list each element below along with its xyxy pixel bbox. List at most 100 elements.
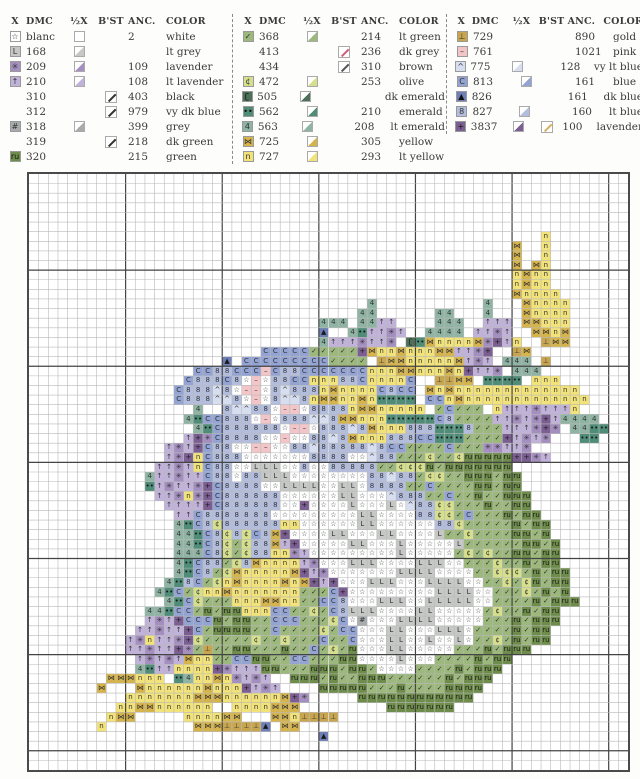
full-stitch-swatch-cell: n <box>237 151 259 162</box>
stitch-cell-827: 8 <box>212 375 223 386</box>
stitch-cell-368: ✓ <box>231 539 242 549</box>
stitch-cell-209: ✳ <box>193 481 203 492</box>
stitch-cell-827: 8 <box>338 423 348 434</box>
stitch-cell-827: 8 <box>463 423 474 434</box>
stitch-cell-368: ✓ <box>541 577 551 588</box>
stitch-cell-168: L <box>376 529 387 540</box>
half-stitch-swatch-icon <box>306 76 318 87</box>
stitch-cell-blanc: ☆ <box>386 548 397 559</box>
stitch-cell-563: 4 <box>173 558 184 569</box>
stitch-cell-blanc: ☆ <box>463 625 474 636</box>
stitch-cell-368: ✓ <box>386 462 397 472</box>
stitch-cell-725: ⋈ <box>560 327 571 338</box>
stitch-cell-727: n <box>521 289 532 299</box>
stitch-cell-blanc: ☆ <box>347 587 358 597</box>
stitch-cell-727: n <box>280 548 290 559</box>
stitch-cell-368: ✓ <box>299 596 310 607</box>
stitch-cell-368: ✓ <box>521 596 532 607</box>
stitch-cell-320: ru <box>444 683 455 694</box>
stitch-cell-827: 8 <box>222 414 232 424</box>
stitch-cell-3837: + <box>309 577 319 588</box>
stitch-cell-827: 8 <box>328 462 339 472</box>
anchor-number: 236 <box>361 45 382 58</box>
full-stitch-swatch-cell: 8 <box>451 106 472 117</box>
stitch-cell-827: 8 <box>202 568 213 578</box>
dmc-number: 368 <box>259 30 280 43</box>
stitch-cell-827: 8 <box>202 520 213 530</box>
anchor-number: 214 <box>361 30 382 43</box>
stitch-cell-827: 8 <box>202 385 213 396</box>
stitch-cell-blanc: ☆ <box>463 577 474 588</box>
stitch-cell-blanc: ☆ <box>309 539 319 549</box>
symbol-swatch-icon: ☆ <box>9 31 21 42</box>
stitch-cell-727: n <box>444 337 455 348</box>
dmc-number: 813 <box>473 75 494 88</box>
stitch-cell-813: C <box>212 481 223 492</box>
stitch-cell-blanc: ☆ <box>376 558 387 569</box>
stitch-cell-209: ✳ <box>550 423 561 434</box>
stitch-cell-320: ru <box>512 625 522 636</box>
stitch-cell-368: ✓ <box>492 472 503 482</box>
stitch-cell-168: L <box>280 481 290 492</box>
stitch-cell-368: ✓ <box>512 587 522 597</box>
stitch-cell-blanc: ☆ <box>231 385 242 396</box>
stitch-cell-320: ru <box>541 635 551 646</box>
stitch-cell-727: n <box>560 308 571 319</box>
stitch-cell-168: L <box>376 596 387 607</box>
stitch-cell-blanc: ☆ <box>318 481 329 492</box>
stitch-cell-320: ru <box>338 654 348 665</box>
stitch-cell-320: ru <box>521 558 532 569</box>
stitch-cell-210: ↑ <box>309 568 319 578</box>
stitch-cell-813: C <box>202 529 213 540</box>
stitch-cell-727: n <box>492 395 503 405</box>
stitch-cell-210: ↑ <box>512 423 522 434</box>
stitch-cell-827: 8 <box>222 385 232 396</box>
stitch-cell-368: ✓ <box>473 548 484 559</box>
stitch-cell-368: ✓ <box>280 664 290 674</box>
stitch-cell-725: ⋈ <box>367 404 377 415</box>
stitch-cell-827: 8 <box>376 481 387 492</box>
stitch-cell-320: ru <box>463 472 474 482</box>
stitch-cell-blanc: ☆ <box>396 664 406 674</box>
stitch-cell-368: ✓ <box>415 683 426 694</box>
stitch-cell-320: ru <box>270 664 281 674</box>
stitch-cell-368: ✓ <box>338 635 348 646</box>
stitch-cell-168: L <box>309 481 319 492</box>
stitch-cell-210: ↑ <box>164 635 174 646</box>
stitch-cell-368: ✓ <box>309 635 319 646</box>
stitch-cell-blanc: ☆ <box>309 491 319 501</box>
stitch-cell-563: 4 <box>357 318 368 328</box>
stitch-cell-209: ✳ <box>357 337 368 348</box>
stitch-cell-727: n <box>270 693 281 703</box>
stitch-cell-563: 4 <box>154 606 165 617</box>
stitch-cell-blanc: ☆ <box>347 529 358 540</box>
stitch-cell-727: n <box>280 520 290 530</box>
stitch-cell-725: ⋈ <box>473 337 484 348</box>
stitch-cell-472: ¢ <box>193 587 203 597</box>
stitch-cell-563: 4 <box>521 366 532 376</box>
stitch-cell-813: C <box>193 568 203 578</box>
full-stitch-swatch-cell: # <box>4 121 26 132</box>
stitch-cell-blanc: ☆ <box>289 510 300 521</box>
stitch-cell-168: L <box>415 606 426 617</box>
stitch-cell-blanc: ☆ <box>309 529 319 540</box>
stitch-cell-827: 8 <box>241 481 252 492</box>
stitch-cell-blanc: ☆ <box>376 568 387 578</box>
stitch-cell-827: 8 <box>231 433 242 444</box>
half-stitch-swatch-icon <box>306 136 318 147</box>
stitch-cell-368: ✓ <box>483 529 493 540</box>
stitch-cell-761: – <box>251 375 261 386</box>
stitch-cell-472: ¢ <box>434 500 445 511</box>
stitch-cell-320: ru <box>241 645 252 655</box>
stitch-cell-827: 8 <box>231 414 242 424</box>
stitch-cell-210: ↑ <box>502 423 513 434</box>
stitch-cell-761: – <box>280 404 290 415</box>
stitch-cell-blanc: ☆ <box>289 491 300 501</box>
stitch-cell-320: ru <box>502 654 513 665</box>
stitch-cell-168: L <box>357 510 368 521</box>
stitch-cell-blanc: ☆ <box>444 616 455 626</box>
stitch-cell-813: C <box>212 491 223 501</box>
stitch-cell-725: ⋈ <box>251 558 261 569</box>
stitch-cell-727: n <box>405 347 416 357</box>
stitch-cell-368: ✓ <box>550 587 561 597</box>
